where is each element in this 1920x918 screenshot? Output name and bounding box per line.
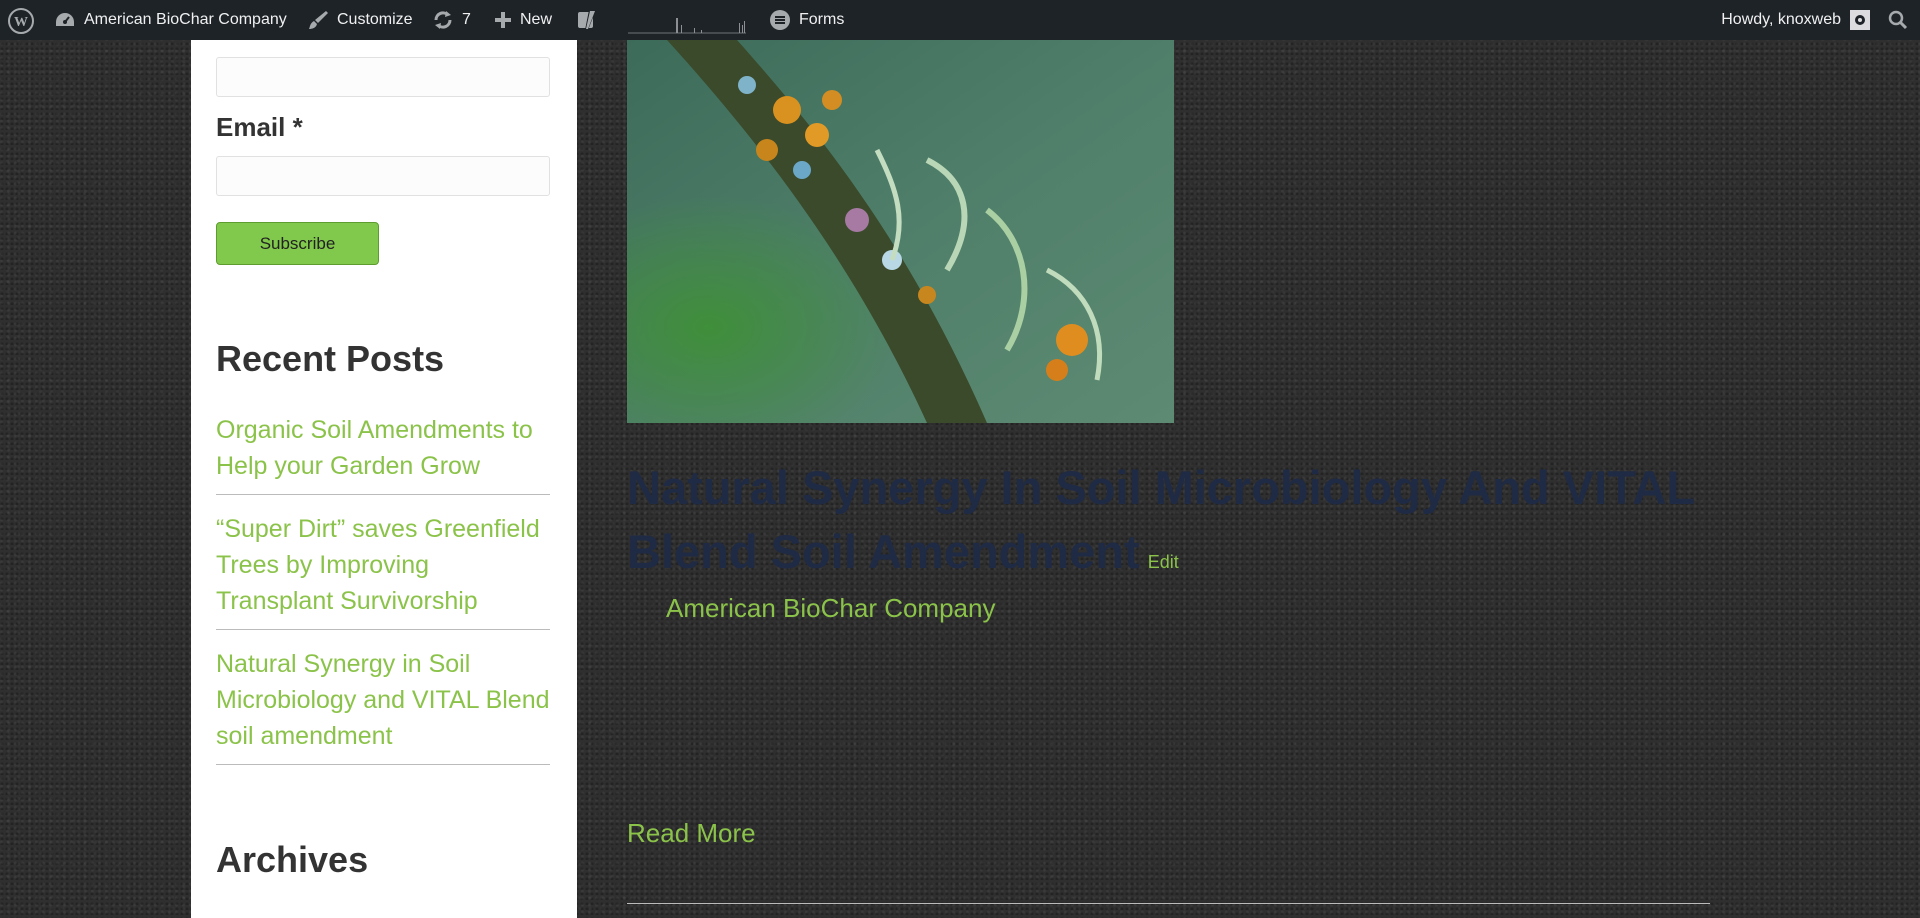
brush-icon <box>309 11 328 29</box>
recent-post-link[interactable]: Organic Soil Amendments to Help your Gar… <box>216 416 533 480</box>
post-divider <box>627 903 1710 904</box>
wordpress-icon: W <box>8 8 34 34</box>
recent-post-link[interactable]: “Super Dirt” saves Greenfield Trees by I… <box>216 515 540 615</box>
lichen-branch-image <box>627 40 1174 423</box>
customize-label: Customize <box>337 11 413 28</box>
stats-icon <box>628 18 746 34</box>
email-field[interactable] <box>216 156 550 196</box>
recent-posts-list: Organic Soil Amendments to Help your Gar… <box>216 408 550 777</box>
email-label: Email * <box>216 112 303 142</box>
recent-posts-heading: Recent Posts <box>216 338 445 379</box>
avatar <box>1850 10 1870 30</box>
name-field[interactable] <box>216 57 550 97</box>
forms-menu[interactable]: Forms <box>769 0 844 40</box>
site-name-label: American BioChar Company <box>84 11 287 28</box>
customize-link[interactable]: Customize <box>307 0 413 40</box>
wordpress-logo-button[interactable]: W <box>8 8 34 34</box>
my-account-menu[interactable]: Howdy, knoxweb <box>1721 0 1870 40</box>
post-author[interactable]: American BioChar Company <box>666 593 995 624</box>
forms-icon <box>770 10 790 30</box>
post-featured-image[interactable] <box>627 40 1174 423</box>
new-label: New <box>520 11 553 28</box>
updates-link[interactable]: 7 <box>432 0 471 40</box>
edit-post-link[interactable]: Edit <box>1148 552 1179 572</box>
sidebar: Email * Subscribe Recent Posts Organic S… <box>191 40 577 918</box>
yoast-icon <box>578 10 596 30</box>
new-content-link[interactable]: New <box>494 0 552 40</box>
list-item: Organic Soil Amendments to Help your Gar… <box>216 408 550 495</box>
list-item: “Super Dirt” saves Greenfield Trees by I… <box>216 507 550 630</box>
updates-count: 7 <box>462 11 471 28</box>
yoast-seo-menu[interactable] <box>576 0 598 40</box>
admin-bar: W American BioChar Company Customize 7 N… <box>0 0 1920 40</box>
admin-search-button[interactable] <box>1888 10 1908 35</box>
site-name-link[interactable]: American BioChar Company <box>54 0 287 40</box>
refresh-icon <box>434 11 452 29</box>
forms-label: Forms <box>799 11 845 28</box>
post-title: Natural Synergy In Soil Microbiology And… <box>627 456 1727 594</box>
recent-post-link[interactable]: Natural Synergy in Soil Microbiology and… <box>216 650 550 750</box>
stats-sparkline[interactable] <box>626 12 748 39</box>
search-icon <box>1888 10 1908 30</box>
archives-heading: Archives <box>216 839 369 880</box>
subscribe-button[interactable]: Subscribe <box>216 222 379 265</box>
avatar-icon <box>1855 15 1865 25</box>
list-item: Natural Synergy in Soil Microbiology and… <box>216 642 550 765</box>
read-more-link[interactable]: Read More <box>627 818 756 849</box>
howdy-label: Howdy, knoxweb <box>1721 11 1841 28</box>
svg-text:W: W <box>14 15 28 30</box>
dashboard-icon <box>56 13 74 26</box>
plus-icon <box>495 12 511 28</box>
